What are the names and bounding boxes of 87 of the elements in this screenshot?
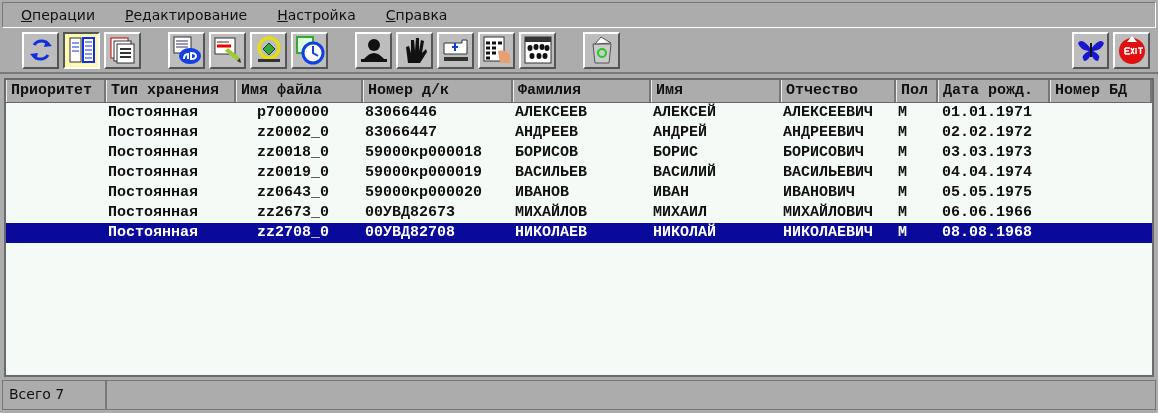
- table-cell-text: ВАСИЛЬЕВИЧ: [782, 163, 874, 183]
- table-cell-text: 83066446: [364, 103, 438, 123]
- table-cell-text: АНДРЕЕВИЧ: [782, 123, 865, 143]
- table-row[interactable]: Постоянная zz2673_0 00УВД82673 МИХАЙЛОВ МИХАИЛ МИХАЙЛОВИЧ М 06.06.1966: [6, 203, 1152, 223]
- column-header[interactable]: Тип хранения: [106, 80, 236, 102]
- table-cell-text: 02.02.1972: [941, 123, 1033, 143]
- clock-icon: [294, 35, 325, 65]
- column-header[interactable]: Приоритет: [6, 80, 106, 102]
- menu-item[interactable]: Операции: [21, 7, 95, 23]
- table-cell-text: zz2673_0: [256, 203, 330, 223]
- table-cell-text: БОРИС: [652, 143, 699, 163]
- table-cell-text: М: [897, 183, 908, 203]
- table-cell-text: МИХАЙЛОВИЧ: [782, 203, 874, 223]
- table-cell-text: zz0019_0: [256, 163, 330, 183]
- table-cell-text: Постоянная: [107, 203, 199, 223]
- table-cell-text: НИКОЛАЙ: [652, 223, 717, 243]
- status-total: Всего 7: [3, 381, 107, 409]
- column-header[interactable]: Дата рожд.: [938, 80, 1050, 102]
- table-cell-text: ВАСИЛИЙ: [652, 163, 717, 183]
- menu-item[interactable]: Справка: [385, 7, 448, 23]
- table-cell-text: 08.08.1968: [941, 223, 1033, 243]
- table-cell-text: 59000кр000020: [364, 183, 484, 203]
- table-cell-text: Постоянная: [107, 103, 199, 123]
- pen-icon: [212, 35, 243, 65]
- table-cell-text: Постоянная: [107, 143, 199, 163]
- table-cell-text: МИХАИЛ: [652, 203, 708, 223]
- table-cell-text: Постоянная: [107, 163, 199, 183]
- table-cell-text: ИВАН: [652, 183, 690, 203]
- table-cell-text: НИКОЛАЕВИЧ: [782, 223, 874, 243]
- fingerprints-icon: [522, 35, 553, 65]
- list-view-icon: [66, 35, 97, 65]
- table-row[interactable]: Постоянная zz0019_0 59000кр000019 ВАСИЛЬЕВ ВАСИЛИЙ ВАСИЛЬЕВИЧ М 04.04.1974: [6, 163, 1152, 183]
- column-header[interactable]: Отчество: [781, 80, 896, 102]
- table-cell-text: МИХАЙЛОВ: [514, 203, 588, 223]
- table-cell-text: М: [897, 143, 908, 163]
- table-cell-text: zz2708_0: [256, 223, 330, 243]
- table-cell-text: АЛЕКСЕЕВ: [514, 103, 588, 123]
- table-row[interactable]: Постоянная zz2708_0 00УВД82708 НИКОЛАЕВ НИКОЛАЙ НИКОЛАЕВИЧ М 08.08.1968: [6, 223, 1152, 243]
- table-cell-text: 83066447: [364, 123, 438, 143]
- table-row[interactable]: Постоянная zz0002_0 83066447 АНДРЕЕВ АНДРЕЙ АНДРЕЕВИЧ М 02.02.1972: [6, 123, 1152, 143]
- column-header[interactable]: Пол: [896, 80, 938, 102]
- document-icon: [171, 35, 202, 65]
- table-cell-text: М: [897, 103, 908, 123]
- table-cell-text: АЛЕКСЕЕВИЧ: [782, 103, 874, 123]
- table-cell-text: АЛЕКСЕЙ: [652, 103, 717, 123]
- table-cell-text: 03.03.1973: [941, 143, 1033, 163]
- table-cell-text: 06.06.1966: [941, 203, 1033, 223]
- table-cell-text: Постоянная: [107, 223, 199, 243]
- table-cell-text: 59000кр000018: [364, 143, 484, 163]
- table-cell-text: АНДРЕЙ: [652, 123, 708, 143]
- toolbar-button[interactable]: [63, 31, 100, 69]
- table-cell-text: М: [897, 163, 908, 183]
- table-cell-text: БОРИСОВИЧ: [782, 143, 865, 163]
- table-cell-text: БОРИСОВ: [514, 143, 579, 163]
- table-cell-text: 00УВД82708: [364, 223, 456, 243]
- table-cell-text: zz0018_0: [256, 143, 330, 163]
- exit-icon: [1116, 35, 1147, 65]
- table-cell-text: Постоянная: [107, 123, 199, 143]
- table-cell-text: М: [897, 123, 908, 143]
- column-header[interactable]: Имя файла: [236, 80, 363, 102]
- table-cell-text: zz0002_0: [256, 123, 330, 143]
- table-cell-text: ИВАНОВ: [514, 183, 570, 203]
- table-cell-text: 00УВД82673: [364, 203, 456, 223]
- table-cell-text: М: [897, 203, 908, 223]
- column-header[interactable]: Фамилия: [513, 80, 651, 102]
- table-row[interactable]: Постоянная zz0643_0 59000кр000020 ИВАНОВ ИВАН ИВАНОВИЧ М 05.05.1975: [6, 183, 1152, 203]
- form-hand-icon: [481, 35, 512, 65]
- table-cell-text: ВАСИЛЬЕВ: [514, 163, 588, 183]
- table-cell-text: 05.05.1975: [941, 183, 1033, 203]
- documents-icon: [107, 35, 138, 65]
- table-row[interactable]: Постоянная zz0018_0 59000кр000018 БОРИСОВ БОРИС БОРИСОВИЧ М 03.03.1973: [6, 143, 1152, 163]
- table-cell-text: zz0643_0: [256, 183, 330, 203]
- table-cell-text: 01.01.1971: [941, 103, 1033, 123]
- column-header[interactable]: Номер д/к: [363, 80, 513, 102]
- table-cell-text: p7000000: [256, 103, 330, 123]
- table-cell-text: АНДРЕЕВ: [514, 123, 579, 143]
- table-cell-text: Постоянная: [107, 183, 199, 203]
- table-cell-text: М: [897, 223, 908, 243]
- table-cell-text: ИВАНОВИЧ: [782, 183, 856, 203]
- table-cell-text: НИКОЛАЕВ: [514, 223, 588, 243]
- table-row[interactable]: Постоянная p7000000 83066446 АЛЕКСЕЕВ АЛЕКСЕЙ АЛЕКСЕЕВИЧ М 01.01.1971: [6, 103, 1152, 123]
- column-header[interactable]: Номер БД: [1050, 80, 1152, 102]
- table-cell-text: 04.04.1974: [941, 163, 1033, 183]
- table-cell-text: 59000кр000019: [364, 163, 484, 183]
- menu-item[interactable]: Настройка: [277, 7, 356, 23]
- column-header[interactable]: Имя: [651, 80, 781, 102]
- menu-item[interactable]: Редактирование: [125, 7, 248, 23]
